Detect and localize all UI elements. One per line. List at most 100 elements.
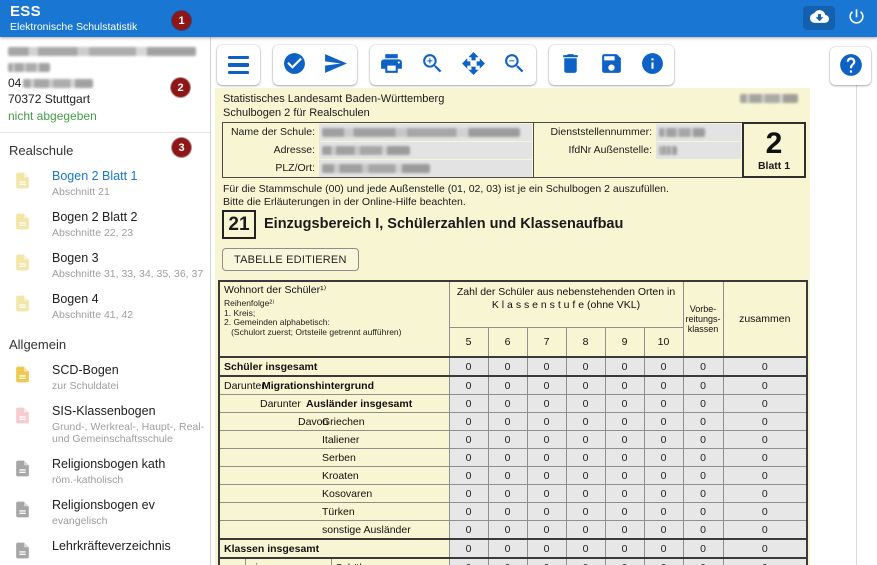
document-icon xyxy=(13,404,32,427)
table-cell-value: 0 xyxy=(644,467,683,485)
plz-ort-label: PLZ/Ort: xyxy=(223,162,319,174)
zoom-out-button[interactable] xyxy=(494,46,535,84)
table-row-label: DarunterMigrationshintergrund xyxy=(219,376,449,395)
edit-table-button[interactable]: TABELLE EDITIEREN xyxy=(222,248,359,271)
toolbar-group xyxy=(549,45,674,85)
address-value xyxy=(319,142,532,159)
table-cell-value: 0 xyxy=(644,485,683,503)
table-row: Schüler insgesamt00000000 xyxy=(219,357,807,376)
table-row-label: Schüler insgesamt xyxy=(219,357,449,376)
table-cell-value: 0 xyxy=(605,449,644,467)
table-cell-value: 0 xyxy=(527,539,566,558)
cloud-download-button[interactable] xyxy=(803,6,835,30)
table-cell-value: 0 xyxy=(488,395,527,413)
help-button[interactable] xyxy=(830,47,871,85)
table-cell-value: 0 xyxy=(527,467,566,485)
form-page-header: Statistisches Landesamt Baden-Württember… xyxy=(223,93,444,120)
table-cell-value: 0 xyxy=(723,521,807,540)
logout-power-button[interactable] xyxy=(843,6,869,30)
table-cell-value: 0 xyxy=(605,357,644,376)
sidebar-item-subtitle: zur Schuldatei xyxy=(52,380,119,392)
sidebar-item-text: Lehrkräfteverzeichnis xyxy=(52,539,171,553)
toolbar-group xyxy=(370,45,536,85)
table-row: Türken00000000 xyxy=(219,503,807,521)
sidebar-item[interactable]: Bogen 2 Blatt 1 Abschnitt 21 xyxy=(0,163,210,204)
sidebar-item[interactable]: Bogen 2 Blatt 2Abschnitte 22, 23 xyxy=(0,204,210,245)
class-column-header: 8 xyxy=(566,328,605,358)
send-button[interactable] xyxy=(315,46,356,84)
move-button[interactable] xyxy=(453,46,494,84)
table-cell-value: 0 xyxy=(449,395,488,413)
table-row: ausgelagerte Klassen³⁾inSchüler00000000 xyxy=(219,558,807,565)
table-cell-value: 0 xyxy=(644,431,683,449)
table-header-klassenstufe: Zahl der Schüler aus nebenstehenden Orte… xyxy=(449,281,683,328)
school-header-box: Name der Schule: Adresse: PLZ/Ort: Diens… xyxy=(222,122,806,178)
table-cell-value: 0 xyxy=(449,485,488,503)
school-city: 70372 Stuttgart xyxy=(8,93,202,105)
sidebar-item[interactable]: Religionsbogen evevangelisch xyxy=(0,492,210,533)
table-cell-value: 0 xyxy=(527,395,566,413)
row-label-text: Griechen xyxy=(322,416,365,428)
table-cell-value: 0 xyxy=(605,558,644,565)
table-cell-value: 0 xyxy=(605,376,644,395)
sidebar-item-title: Bogen 3 xyxy=(52,251,203,265)
table-cell-value: 0 xyxy=(449,467,488,485)
sidebar-section: RealschuleBogen 2 Blatt 1Abschnitt 21Bog… xyxy=(0,133,210,327)
sidebar-item[interactable]: Religionsbogen kathröm.-katholisch xyxy=(0,451,210,492)
save-icon xyxy=(599,51,624,79)
zoom-in-button[interactable] xyxy=(412,46,453,84)
table-row: DavonGriechen00000000 xyxy=(219,413,807,431)
document-icon xyxy=(13,210,32,233)
menu-icon xyxy=(228,56,249,75)
table-cell-value: 0 xyxy=(605,395,644,413)
table-cell-value: 0 xyxy=(683,503,723,521)
table-cell-value: 0 xyxy=(566,503,605,521)
plz-ort-value xyxy=(319,160,532,177)
table-cell-value: 0 xyxy=(488,558,527,565)
sheet-number-box: 2 Blatt 1 xyxy=(742,122,806,178)
rotated-group-label: ausgelagerte Klassen³⁾ xyxy=(224,558,241,565)
check-circle-button[interactable] xyxy=(274,46,315,84)
trash-button[interactable] xyxy=(550,46,591,84)
sidebar-item-text: Religionsbogen kathröm.-katholisch xyxy=(52,457,165,486)
menu-button[interactable] xyxy=(218,46,259,84)
document-icon xyxy=(13,169,32,192)
table-row-label: Serben xyxy=(219,449,449,467)
sidebar-sections: RealschuleBogen 2 Blatt 1Abschnitt 21Bog… xyxy=(0,133,210,565)
table-cell-value: 0 xyxy=(644,503,683,521)
power-icon xyxy=(847,7,866,29)
table-cell-value: 0 xyxy=(488,467,527,485)
table-cell-value: 0 xyxy=(723,376,807,395)
table-cell-value: 0 xyxy=(449,431,488,449)
sidebar-item-title: Bogen 2 Blatt 1 xyxy=(52,169,137,183)
instruction-line1: Für die Stammschule (00) und jede Außens… xyxy=(223,183,669,195)
table-header-zusammen: zusammen xyxy=(723,281,807,357)
save-button[interactable] xyxy=(591,46,632,84)
table-row: Serben00000000 xyxy=(219,449,807,467)
table-cell-value: 0 xyxy=(488,376,527,395)
sidebar-item[interactable]: SIS-KlassenbogenGrund-, Werkreal-, Haupt… xyxy=(0,398,210,451)
table-cell-value: 0 xyxy=(723,357,807,376)
table-cell-value: 0 xyxy=(605,467,644,485)
row-label-text: Ausländer insgesamt xyxy=(306,398,412,410)
table-cell-value: 0 xyxy=(605,485,644,503)
class-column-header: 9 xyxy=(605,328,644,358)
info-button[interactable] xyxy=(632,46,673,84)
print-button[interactable] xyxy=(371,46,412,84)
sidebar-item[interactable]: Lehrkräfteverzeichnis xyxy=(0,533,210,565)
sidebar-item[interactable]: Bogen 4Abschnitte 41, 42 xyxy=(0,286,210,327)
table-cell-value: 0 xyxy=(488,413,527,431)
table-cell-value: 0 xyxy=(605,503,644,521)
table-cell-value: 0 xyxy=(723,467,807,485)
sidebar-item[interactable]: SCD-Bogenzur Schuldatei xyxy=(0,357,210,398)
table-row: Kroaten00000000 xyxy=(219,467,807,485)
row-label-text: Serben xyxy=(322,452,356,464)
row-label-text: Schüler insgesamt xyxy=(224,361,317,373)
sidebar-item-subtitle: Abschnitte 31, 33, 34, 35, 36, 37 xyxy=(52,268,203,280)
school-fields-left: Name der Schule: Adresse: PLZ/Ort: xyxy=(223,123,534,177)
sidebar-item-subtitle: Abschnitt 21 xyxy=(52,186,137,198)
sidebar-item[interactable]: Bogen 3 Abschnitte 31, 33, 34, 35, 36, 37 xyxy=(0,245,210,286)
org-line1: Statistisches Landesamt Baden-Württember… xyxy=(223,93,444,107)
app-header: ESS Elektronische Schulstatistik xyxy=(0,0,877,37)
instruction-line2: Bitte die Erläuterungen in der Online-Hi… xyxy=(223,196,466,208)
